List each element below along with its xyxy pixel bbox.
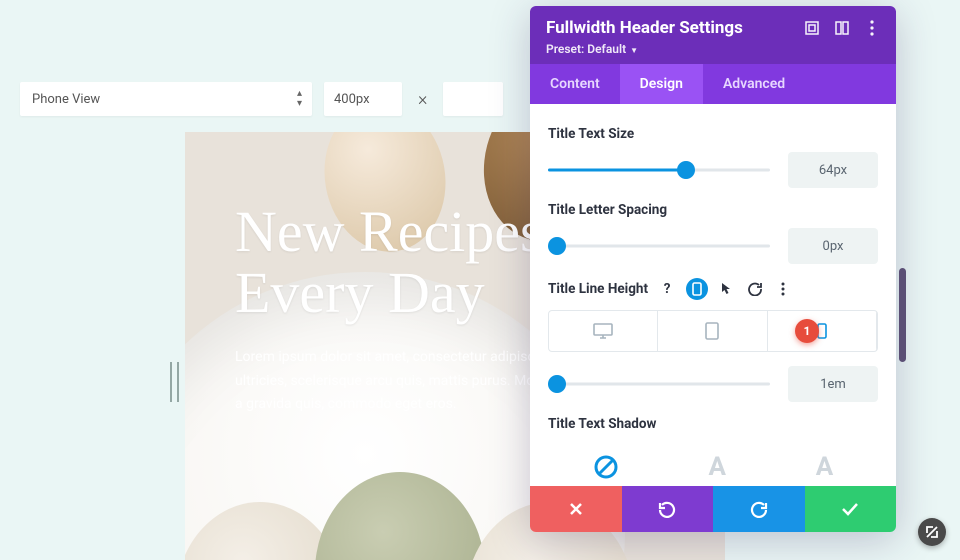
more-icon[interactable] xyxy=(774,280,792,298)
device-tab-tablet[interactable] xyxy=(658,311,767,351)
title-line-height-slider[interactable] xyxy=(548,373,770,395)
more-icon[interactable] xyxy=(864,20,880,36)
tab-advanced[interactable]: Advanced xyxy=(703,64,805,104)
chevron-down-icon: ▼ xyxy=(628,46,638,55)
shadow-preset-icon[interactable]: A xyxy=(816,452,833,482)
settings-panel: Fullwidth Header Settings Preset: Defaul… xyxy=(530,6,896,532)
section-title-line-height: Title Line Height ? xyxy=(548,278,878,300)
panel-header: Fullwidth Header Settings Preset: Defaul… xyxy=(530,6,896,64)
resize-fab[interactable] xyxy=(918,518,946,546)
panel-scrollbar[interactable] xyxy=(899,268,906,362)
shadow-preset-icon[interactable]: A xyxy=(709,452,726,482)
caret-icon: ▴▾ xyxy=(297,89,302,109)
times-icon: × xyxy=(418,89,427,110)
responsive-icon[interactable] xyxy=(686,278,708,300)
cancel-button[interactable] xyxy=(530,486,622,532)
save-button[interactable] xyxy=(805,486,897,532)
title-letter-spacing-slider[interactable] xyxy=(548,235,770,257)
view-select-label: Phone View xyxy=(32,92,100,107)
section-title-text-size: Title Text Size xyxy=(548,126,878,142)
undo-button[interactable] xyxy=(622,486,714,532)
panel-tabs: Content Design Advanced xyxy=(530,64,896,104)
width-input[interactable]: 400px xyxy=(324,82,402,116)
width-value: 400px xyxy=(334,92,370,107)
device-tab-desktop[interactable] xyxy=(549,311,658,351)
title-text-size-value[interactable]: 64px xyxy=(788,152,878,188)
panel-title: Fullwidth Header Settings xyxy=(546,18,743,38)
section-title-letter-spacing: Title Letter Spacing xyxy=(548,202,878,218)
no-shadow-icon[interactable] xyxy=(593,454,619,480)
reset-icon[interactable] xyxy=(746,280,764,298)
tab-design[interactable]: Design xyxy=(620,64,703,104)
title-letter-spacing-value[interactable]: 0px xyxy=(788,228,878,264)
panel-footer xyxy=(530,486,896,532)
device-tabs: 1 xyxy=(548,310,878,352)
hover-icon[interactable] xyxy=(718,280,736,298)
preset-label: Preset: Default xyxy=(546,42,626,56)
annotation-badge: 1 xyxy=(795,319,819,343)
device-tab-phone[interactable] xyxy=(768,311,877,351)
canvas-drag-handle[interactable] xyxy=(170,362,179,402)
title-text-size-slider[interactable] xyxy=(548,159,770,181)
help-icon[interactable]: ? xyxy=(658,280,676,298)
redo-button[interactable] xyxy=(713,486,805,532)
expand-icon[interactable] xyxy=(804,20,820,36)
height-input[interactable] xyxy=(443,82,503,116)
title-line-height-value[interactable]: 1em xyxy=(788,366,878,402)
snap-icon[interactable] xyxy=(834,20,850,36)
preview-toolbar: Phone View ▴▾ 400px × xyxy=(20,82,503,116)
text-shadow-options: A A xyxy=(548,442,878,486)
preset-select[interactable]: Preset: Default ▼ xyxy=(546,42,880,56)
section-title-text-shadow: Title Text Shadow xyxy=(548,416,878,432)
tab-content[interactable]: Content xyxy=(530,64,620,104)
view-select[interactable]: Phone View ▴▾ xyxy=(20,82,312,116)
panel-body: Title Text Size 64px Title Letter Spacin… xyxy=(530,104,896,486)
